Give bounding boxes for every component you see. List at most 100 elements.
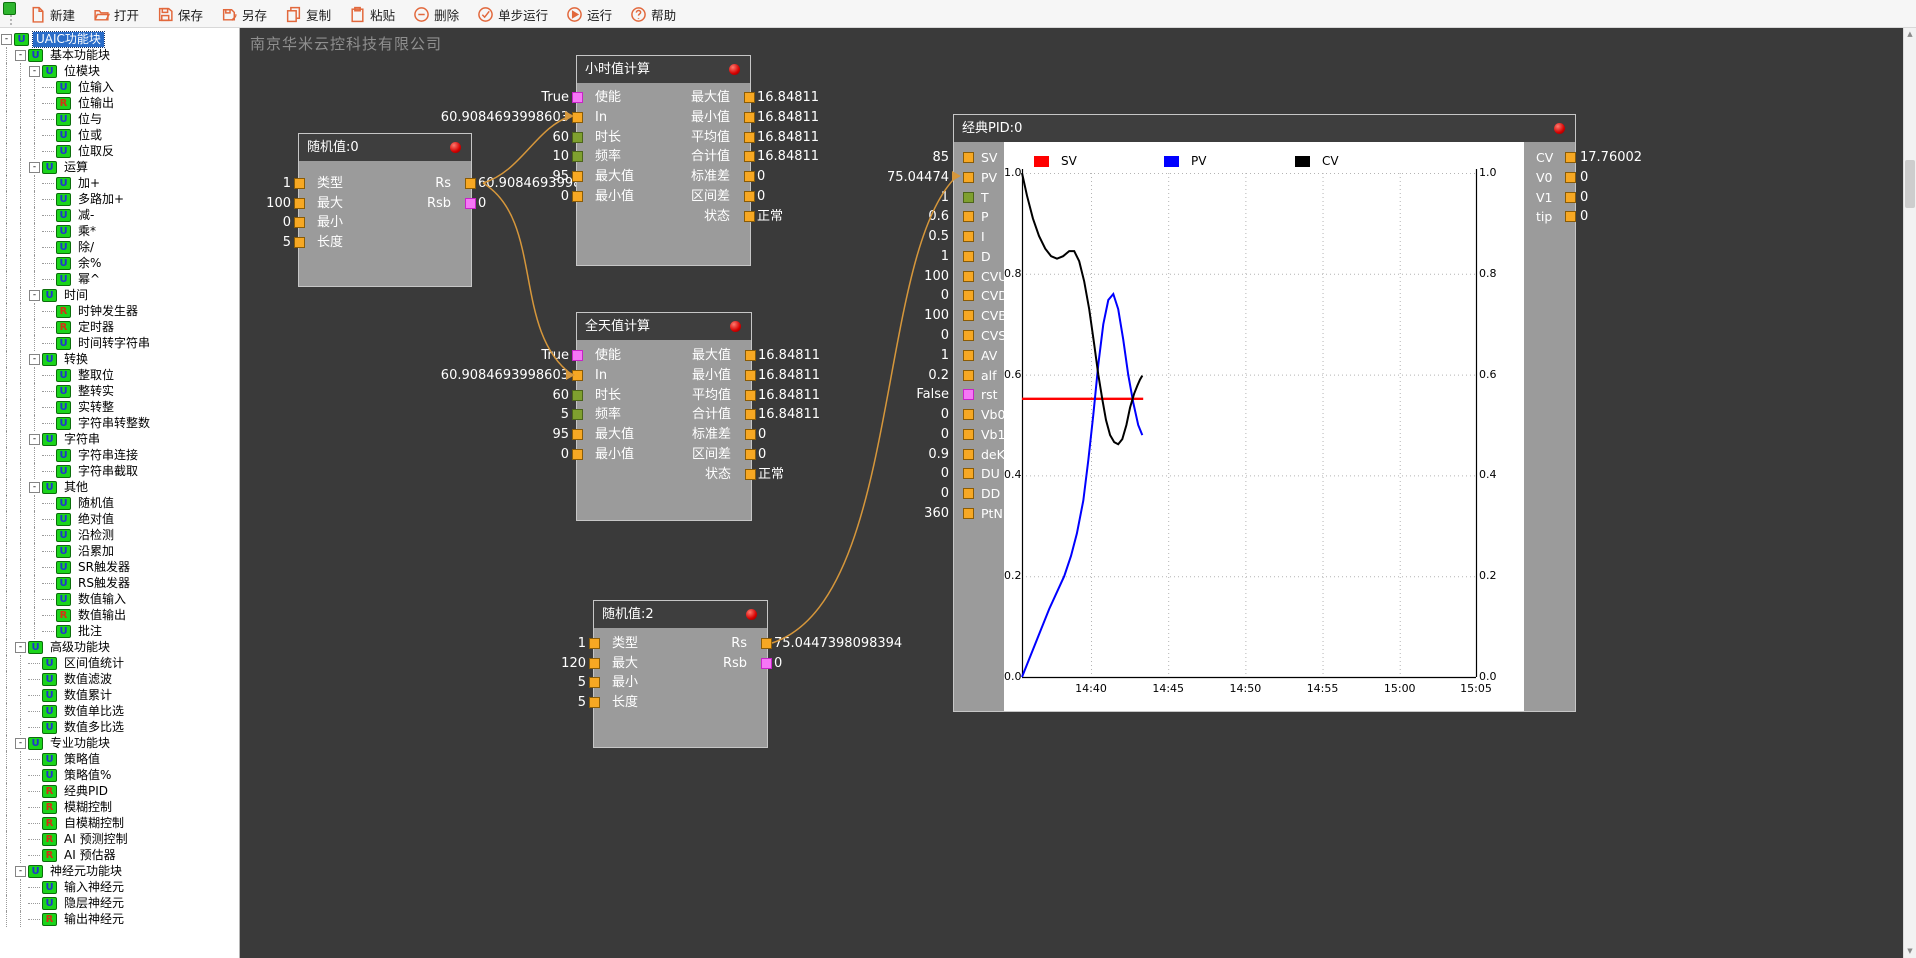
collapse-minus-icon[interactable]: - xyxy=(29,162,40,173)
tree-expand-toggle[interactable]: - xyxy=(14,47,28,63)
tree-item-34[interactable]: URS触发器 xyxy=(0,575,239,591)
tree-item-19[interactable]: U时间转字符串 xyxy=(0,335,239,351)
pid-input-pin-alf[interactable] xyxy=(963,370,974,381)
tree-item-16[interactable]: -U时间 xyxy=(0,287,239,303)
tree-item-11[interactable]: U减- xyxy=(0,207,239,223)
block-hour[interactable]: 小时值计算使能TrueIn60.9084693998603时长60频率10最大值… xyxy=(576,55,751,266)
tree-item-17[interactable]: R时钟发生器 xyxy=(0,303,239,319)
block-hour-output-pin-最大值[interactable] xyxy=(744,92,755,103)
block-day[interactable]: 全天值计算使能TrueIn60.9084693998603时长60频率5最大值9… xyxy=(576,312,752,521)
tree-item-42[interactable]: U数值单比选 xyxy=(0,703,239,719)
block-hour-output-pin-平均值[interactable] xyxy=(744,132,755,143)
block-rand0-input-pin-长度[interactable] xyxy=(294,237,305,248)
tree-item-27[interactable]: U字符串截取 xyxy=(0,463,239,479)
tree-item-53[interactable]: U输入神经元 xyxy=(0,879,239,895)
tree-item-37[interactable]: U批注 xyxy=(0,623,239,639)
tree-item-32[interactable]: U沿累加 xyxy=(0,543,239,559)
tree-expand-toggle[interactable]: - xyxy=(28,479,42,495)
tree-item-26[interactable]: U字符串连接 xyxy=(0,447,239,463)
scroll-down-icon[interactable]: ▼ xyxy=(1904,945,1916,958)
block-hour-output-pin-状态[interactable] xyxy=(744,211,755,222)
toolbar-button-new[interactable]: 新建 xyxy=(20,2,84,28)
pid-input-pin-DD[interactable] xyxy=(963,488,974,499)
block-day-output-pin-平均值[interactable] xyxy=(745,390,756,401)
tree-item-54[interactable]: U隐层神经元 xyxy=(0,895,239,911)
tree-item-5[interactable]: U位与 xyxy=(0,111,239,127)
toolbar-button-help[interactable]: 帮助 xyxy=(621,2,685,28)
tree-expand-toggle[interactable]: - xyxy=(28,287,42,303)
pid-output-pin-V1[interactable] xyxy=(1565,192,1576,203)
block-rand2-input-pin-类型[interactable] xyxy=(589,638,600,649)
block-hour-input-pin-使能[interactable] xyxy=(572,92,583,103)
pid-input-pin-CVB[interactable] xyxy=(963,310,974,321)
pid-input-pin-P[interactable] xyxy=(963,211,974,222)
block-rand0-output-pin-Rs[interactable] xyxy=(465,178,476,189)
tree-item-14[interactable]: U余% xyxy=(0,255,239,271)
tree-item-28[interactable]: -U其他 xyxy=(0,479,239,495)
block-rand0-input-pin-最小[interactable] xyxy=(294,217,305,228)
block-day-output-pin-最大值[interactable] xyxy=(745,350,756,361)
block-hour-input-pin-时长[interactable] xyxy=(572,132,583,143)
pid-input-pin-CVS[interactable] xyxy=(963,330,974,341)
block-day-input-pin-In[interactable] xyxy=(572,370,583,381)
tree-item-15[interactable]: U幂^ xyxy=(0,271,239,287)
collapse-minus-icon[interactable]: - xyxy=(15,50,26,61)
tree-item-41[interactable]: U数值累计 xyxy=(0,687,239,703)
pid-input-pin-DU[interactable] xyxy=(963,468,974,479)
tree-item-20[interactable]: -U转换 xyxy=(0,351,239,367)
block-pid[interactable]: 经典PID:0SV85PV75.04474T1P0.6I0.5D1CVU100C… xyxy=(953,114,1576,712)
block-day-input-pin-最小值[interactable] xyxy=(572,449,583,460)
pid-input-pin-AV[interactable] xyxy=(963,350,974,361)
block-rand2-output-pin-Rsb[interactable] xyxy=(761,658,772,669)
toolbar-button-open[interactable]: 打开 xyxy=(84,2,148,28)
tree-item-1[interactable]: -U基本功能块 xyxy=(0,47,239,63)
tree-item-10[interactable]: U多路加+ xyxy=(0,191,239,207)
pid-input-pin-Vb1[interactable] xyxy=(963,429,974,440)
tree-item-35[interactable]: U数值输入 xyxy=(0,591,239,607)
tree-item-40[interactable]: U数值滤波 xyxy=(0,671,239,687)
block-rand0[interactable]: 随机值:0类型1最大100最小0长度5Rs60.9084693998603Rsb… xyxy=(298,133,472,287)
tree-item-45[interactable]: U策略值 xyxy=(0,751,239,767)
tree-item-48[interactable]: R模糊控制 xyxy=(0,799,239,815)
toolbar-button-save[interactable]: 保存 xyxy=(148,2,212,28)
pid-output-pin-V0[interactable] xyxy=(1565,172,1576,183)
block-hour-input-pin-频率[interactable] xyxy=(572,151,583,162)
tree-item-43[interactable]: U数值多比选 xyxy=(0,719,239,735)
tree-item-30[interactable]: U绝对值 xyxy=(0,511,239,527)
tree-item-7[interactable]: U位取反 xyxy=(0,143,239,159)
tree-expand-toggle[interactable]: - xyxy=(28,63,42,79)
pid-input-pin-I[interactable] xyxy=(963,231,974,242)
tree-item-23[interactable]: U实转整 xyxy=(0,399,239,415)
tree-expand-toggle[interactable]: - xyxy=(28,159,42,175)
collapse-minus-icon[interactable]: - xyxy=(29,354,40,365)
tree-item-6[interactable]: U位或 xyxy=(0,127,239,143)
tree-item-21[interactable]: U整取位 xyxy=(0,367,239,383)
block-hour-output-pin-合计值[interactable] xyxy=(744,151,755,162)
block-day-output-pin-标准差[interactable] xyxy=(745,429,756,440)
tree-item-39[interactable]: U区间值统计 xyxy=(0,655,239,671)
tree-item-0[interactable]: -UUAIC功能块 xyxy=(0,31,239,47)
collapse-minus-icon[interactable]: - xyxy=(15,642,26,653)
toolbar-button-step-run[interactable]: 单步运行 xyxy=(468,2,557,28)
pid-input-pin-deK[interactable] xyxy=(963,449,974,460)
tree-item-29[interactable]: U随机值 xyxy=(0,495,239,511)
block-day-output-pin-最小值[interactable] xyxy=(745,370,756,381)
block-day-input-pin-最大值[interactable] xyxy=(572,429,583,440)
tree-item-38[interactable]: -U高级功能块 xyxy=(0,639,239,655)
toolbar-button-copy[interactable]: 复制 xyxy=(276,2,340,28)
block-rand2-input-pin-长度[interactable] xyxy=(589,697,600,708)
tree-item-12[interactable]: U乘* xyxy=(0,223,239,239)
tree-item-55[interactable]: R输出神经元 xyxy=(0,911,239,927)
scroll-up-icon[interactable]: ▲ xyxy=(1904,28,1916,41)
tree-item-36[interactable]: R数值输出 xyxy=(0,607,239,623)
block-rand0-input-pin-最大[interactable] xyxy=(294,198,305,209)
tree-item-50[interactable]: RAI 预测控制 xyxy=(0,831,239,847)
pid-input-pin-rst[interactable] xyxy=(963,389,974,400)
collapse-minus-icon[interactable]: - xyxy=(29,482,40,493)
tree-item-24[interactable]: U字符串转整数 xyxy=(0,415,239,431)
block-rand0-output-pin-Rsb[interactable] xyxy=(465,198,476,209)
pid-input-pin-D[interactable] xyxy=(963,251,974,262)
tree-item-13[interactable]: U除/ xyxy=(0,239,239,255)
collapse-minus-icon[interactable]: - xyxy=(29,434,40,445)
tree-item-25[interactable]: -U字符串 xyxy=(0,431,239,447)
